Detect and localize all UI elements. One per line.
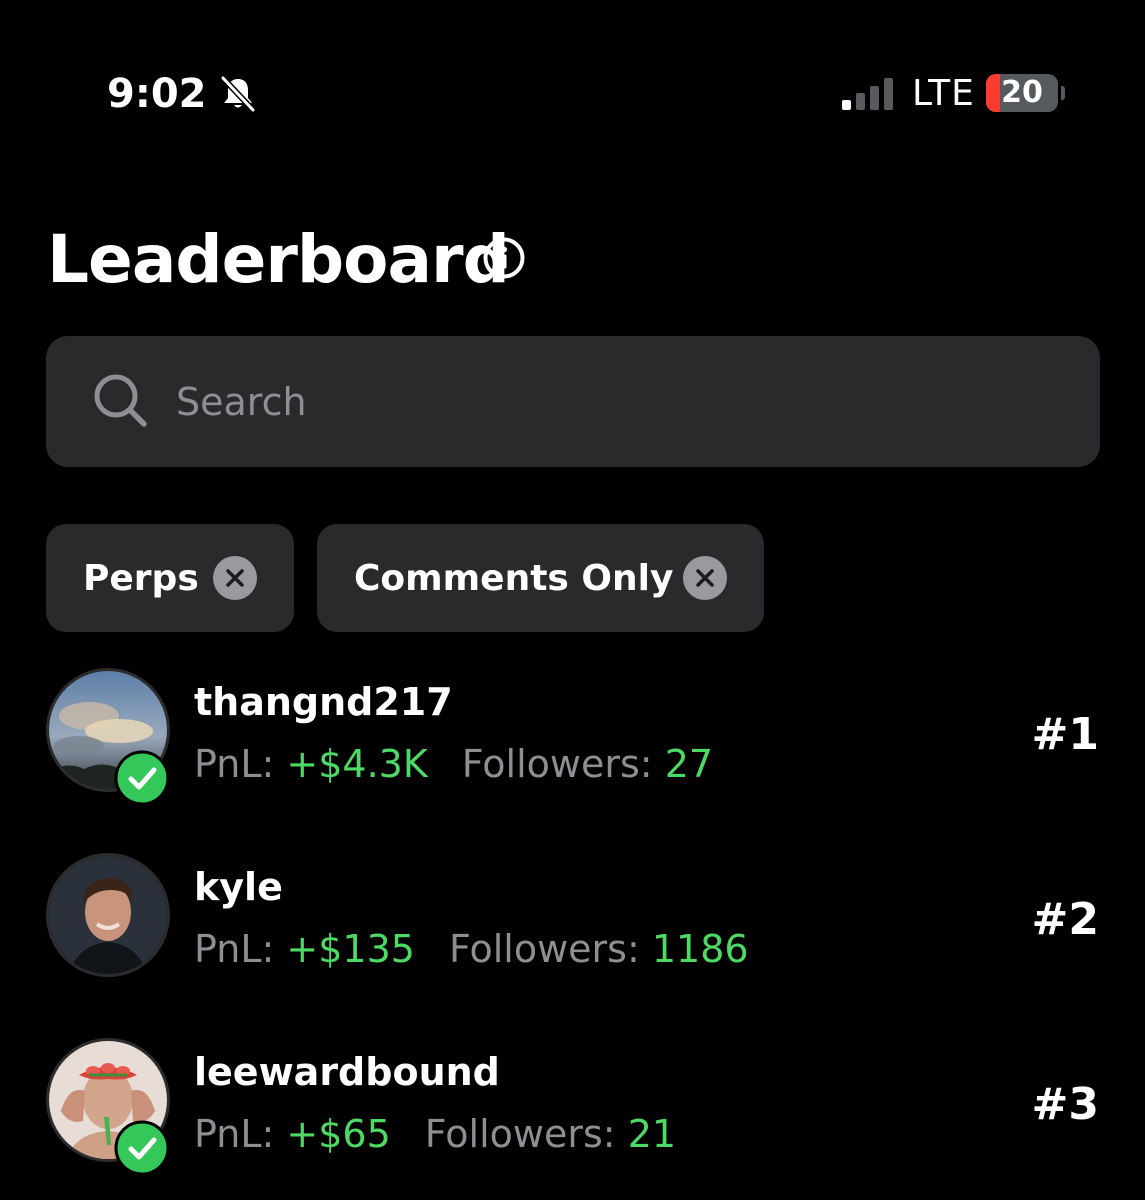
status-time: 9:02 — [107, 71, 207, 117]
bell-slash-icon — [220, 75, 256, 113]
battery-indicator: 20 — [986, 74, 1058, 112]
filter-chip-label: Perps — [83, 557, 199, 599]
followers-value: 27 — [664, 742, 714, 786]
username[interactable]: thangnd217 — [194, 678, 453, 726]
filter-chip-comments-only[interactable]: Comments Only — [317, 524, 764, 632]
username[interactable]: leewardbound — [194, 1048, 500, 1096]
followers-label: Followers: — [461, 742, 653, 786]
filter-chip-perps[interactable]: Perps — [46, 524, 294, 632]
leaderboard-row[interactable]: kyle PnL: +$135 Followers: 1186 #2 — [0, 853, 1145, 1003]
pnl-value: +$135 — [286, 927, 415, 971]
pnl-value: +$4.3K — [286, 742, 428, 786]
rank-label: #2 — [1031, 894, 1099, 945]
pnl-label: PnL: — [194, 927, 275, 971]
filter-chip-label: Comments Only — [354, 557, 674, 599]
followers-label: Followers: — [424, 1112, 616, 1156]
rank-label: #3 — [1031, 1079, 1099, 1130]
pnl-label: PnL: — [194, 742, 275, 786]
leaderboard-row[interactable]: thangnd217 PnL: +$4.3K Followers: 27 #1 — [0, 668, 1145, 818]
close-icon[interactable] — [213, 556, 257, 600]
network-type: LTE — [912, 73, 975, 114]
page-title: Leaderboard — [47, 221, 510, 298]
battery-nub — [1061, 86, 1065, 100]
battery-level-text: 20 — [1001, 75, 1043, 110]
signal-bars-icon — [842, 78, 893, 110]
leaderboard-row[interactable]: leewardbound PnL: +$65 Followers: 21 #3 — [0, 1038, 1145, 1188]
followers-label: Followers: — [448, 927, 640, 971]
close-icon[interactable] — [683, 556, 727, 600]
app-screen: 9:02 LTE 20 Leaderboard Perps — [0, 0, 1145, 1200]
username[interactable]: kyle — [194, 863, 283, 911]
pnl-value: +$65 — [286, 1112, 391, 1156]
search-input[interactable] — [176, 370, 1056, 434]
verified-badge-icon — [114, 750, 170, 806]
user-stats: PnL: +$135 Followers: 1186 — [194, 925, 749, 973]
rank-label: #1 — [1031, 709, 1099, 760]
pnl-label: PnL: — [194, 1112, 275, 1156]
user-stats: PnL: +$65 Followers: 21 — [194, 1110, 676, 1158]
search-icon — [94, 374, 147, 427]
followers-value: 21 — [627, 1112, 677, 1156]
avatar[interactable] — [46, 853, 170, 977]
info-icon[interactable] — [482, 236, 526, 280]
user-stats: PnL: +$4.3K Followers: 27 — [194, 740, 713, 788]
search-bar[interactable] — [46, 336, 1100, 467]
followers-value: 1186 — [651, 927, 749, 971]
verified-badge-icon — [114, 1120, 170, 1176]
